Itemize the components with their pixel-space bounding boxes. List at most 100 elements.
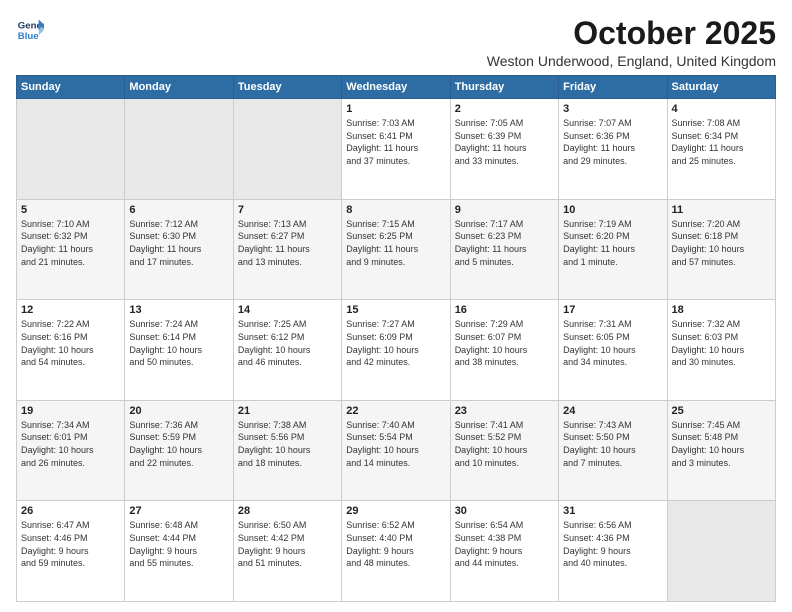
day-number: 23 xyxy=(455,405,554,417)
day-info: Sunrise: 7:41 AM Sunset: 5:52 PM Dayligh… xyxy=(455,419,554,469)
day-info: Sunrise: 6:47 AM Sunset: 4:46 PM Dayligh… xyxy=(21,519,120,569)
title-section: October 2025 Weston Underwood, England, … xyxy=(487,16,776,69)
day-number: 25 xyxy=(672,405,771,417)
day-number: 24 xyxy=(563,405,662,417)
day-info: Sunrise: 7:17 AM Sunset: 6:23 PM Dayligh… xyxy=(455,218,554,268)
day-info: Sunrise: 7:36 AM Sunset: 5:59 PM Dayligh… xyxy=(129,419,228,469)
calendar-cell: 2 Sunrise: 7:05 AM Sunset: 6:39 PM Daylig… xyxy=(450,99,558,200)
calendar-cell: 30 Sunrise: 6:54 AM Sunset: 4:38 PM Dayli… xyxy=(450,501,558,602)
calendar-cell: 14Sunrise: 7:25 AM Sunset: 6:12 PM Dayli… xyxy=(233,300,341,401)
day-number: 12 xyxy=(21,304,120,316)
header-friday: Friday xyxy=(559,76,667,99)
day-info: Sunrise: 7:20 AM Sunset: 6:18 PM Dayligh… xyxy=(672,218,771,268)
day-number: 1 xyxy=(346,103,445,115)
day-info: Sunrise: 7:45 AM Sunset: 5:48 PM Dayligh… xyxy=(672,419,771,469)
day-info: Sunrise: 7:27 AM Sunset: 6:09 PM Dayligh… xyxy=(346,318,445,368)
calendar-cell: 22Sunrise: 7:40 AM Sunset: 5:54 PM Dayli… xyxy=(342,400,450,501)
day-info: Sunrise: 6:52 AM Sunset: 4:40 PM Dayligh… xyxy=(346,519,445,569)
day-number: 4 xyxy=(672,103,771,115)
calendar-cell xyxy=(233,99,341,200)
day-number: 2 xyxy=(455,103,554,115)
calendar-cell: 24 Sunrise: 7:43 AM Sunset: 5:50 PM Dayli… xyxy=(559,400,667,501)
day-info: Sunrise: 7:08 AM Sunset: 6:34 PM Dayligh… xyxy=(672,117,771,167)
day-number: 17 xyxy=(563,304,662,316)
week-row-4: 19Sunrise: 7:34 AM Sunset: 6:01 PM Dayli… xyxy=(17,400,776,501)
week-row-1: 1 Sunrise: 7:03 AM Sunset: 6:41 PM Daylig… xyxy=(17,99,776,200)
logo: General Blue xyxy=(16,16,44,44)
calendar-cell: 13Sunrise: 7:24 AM Sunset: 6:14 PM Dayli… xyxy=(125,300,233,401)
day-number: 5 xyxy=(21,204,120,216)
calendar-cell: 9Sunrise: 7:17 AM Sunset: 6:23 PM Daylig… xyxy=(450,199,558,300)
week-row-5: 26 Sunrise: 6:47 AM Sunset: 4:46 PM Dayli… xyxy=(17,501,776,602)
calendar-cell xyxy=(17,99,125,200)
calendar-cell: 1 Sunrise: 7:03 AM Sunset: 6:41 PM Daylig… xyxy=(342,99,450,200)
day-number: 27 xyxy=(129,505,228,517)
day-number: 15 xyxy=(346,304,445,316)
header-sunday: Sunday xyxy=(17,76,125,99)
calendar-cell: 21 Sunrise: 7:38 AM Sunset: 5:56 PM Dayli… xyxy=(233,400,341,501)
calendar-cell: 16 Sunrise: 7:29 AM Sunset: 6:07 PM Dayli… xyxy=(450,300,558,401)
svg-text:Blue: Blue xyxy=(18,31,39,42)
calendar-cell: 17 Sunrise: 7:31 AM Sunset: 6:05 PM Dayli… xyxy=(559,300,667,401)
week-row-2: 5 Sunrise: 7:10 AM Sunset: 6:32 PM Daylig… xyxy=(17,199,776,300)
day-info: Sunrise: 6:56 AM Sunset: 4:36 PM Dayligh… xyxy=(563,519,662,569)
day-info: Sunrise: 7:05 AM Sunset: 6:39 PM Dayligh… xyxy=(455,117,554,167)
day-info: Sunrise: 7:15 AM Sunset: 6:25 PM Dayligh… xyxy=(346,218,445,268)
header: General Blue October 2025 Weston Underwo… xyxy=(16,16,776,69)
header-tuesday: Tuesday xyxy=(233,76,341,99)
day-info: Sunrise: 7:31 AM Sunset: 6:05 PM Dayligh… xyxy=(563,318,662,368)
calendar-cell: 31 Sunrise: 6:56 AM Sunset: 4:36 PM Dayli… xyxy=(559,501,667,602)
day-info: Sunrise: 7:03 AM Sunset: 6:41 PM Dayligh… xyxy=(346,117,445,167)
day-number: 19 xyxy=(21,405,120,417)
header-thursday: Thursday xyxy=(450,76,558,99)
calendar-cell: 23 Sunrise: 7:41 AM Sunset: 5:52 PM Dayli… xyxy=(450,400,558,501)
calendar-cell: 12 Sunrise: 7:22 AM Sunset: 6:16 PM Dayli… xyxy=(17,300,125,401)
day-number: 11 xyxy=(672,204,771,216)
day-number: 6 xyxy=(129,204,228,216)
calendar-cell: 20 Sunrise: 7:36 AM Sunset: 5:59 PM Dayli… xyxy=(125,400,233,501)
calendar-cell: 4 Sunrise: 7:08 AM Sunset: 6:34 PM Daylig… xyxy=(667,99,775,200)
day-number: 7 xyxy=(238,204,337,216)
day-number: 13 xyxy=(129,304,228,316)
day-number: 28 xyxy=(238,505,337,517)
day-number: 26 xyxy=(21,505,120,517)
day-info: Sunrise: 7:22 AM Sunset: 6:16 PM Dayligh… xyxy=(21,318,120,368)
header-wednesday: Wednesday xyxy=(342,76,450,99)
day-info: Sunrise: 7:07 AM Sunset: 6:36 PM Dayligh… xyxy=(563,117,662,167)
day-number: 3 xyxy=(563,103,662,115)
header-monday: Monday xyxy=(125,76,233,99)
day-info: Sunrise: 6:54 AM Sunset: 4:38 PM Dayligh… xyxy=(455,519,554,569)
day-info: Sunrise: 7:10 AM Sunset: 6:32 PM Dayligh… xyxy=(21,218,120,268)
day-info: Sunrise: 7:13 AM Sunset: 6:27 PM Dayligh… xyxy=(238,218,337,268)
location: Weston Underwood, England, United Kingdo… xyxy=(487,53,776,69)
day-info: Sunrise: 7:43 AM Sunset: 5:50 PM Dayligh… xyxy=(563,419,662,469)
day-number: 8 xyxy=(346,204,445,216)
day-number: 18 xyxy=(672,304,771,316)
day-info: Sunrise: 7:29 AM Sunset: 6:07 PM Dayligh… xyxy=(455,318,554,368)
page: General Blue October 2025 Weston Underwo… xyxy=(0,0,792,612)
calendar-cell: 6Sunrise: 7:12 AM Sunset: 6:30 PM Daylig… xyxy=(125,199,233,300)
day-info: Sunrise: 6:50 AM Sunset: 4:42 PM Dayligh… xyxy=(238,519,337,569)
day-number: 31 xyxy=(563,505,662,517)
day-headers-row: Sunday Monday Tuesday Wednesday Thursday… xyxy=(17,76,776,99)
day-number: 14 xyxy=(238,304,337,316)
calendar-cell: 5 Sunrise: 7:10 AM Sunset: 6:32 PM Daylig… xyxy=(17,199,125,300)
calendar-cell xyxy=(667,501,775,602)
calendar-cell xyxy=(125,99,233,200)
logo-icon: General Blue xyxy=(16,16,44,44)
calendar-cell: 19Sunrise: 7:34 AM Sunset: 6:01 PM Dayli… xyxy=(17,400,125,501)
calendar-cell: 26 Sunrise: 6:47 AM Sunset: 4:46 PM Dayli… xyxy=(17,501,125,602)
day-info: Sunrise: 7:40 AM Sunset: 5:54 PM Dayligh… xyxy=(346,419,445,469)
day-number: 10 xyxy=(563,204,662,216)
calendar-cell: 11 Sunrise: 7:20 AM Sunset: 6:18 PM Dayli… xyxy=(667,199,775,300)
day-number: 20 xyxy=(129,405,228,417)
week-row-3: 12 Sunrise: 7:22 AM Sunset: 6:16 PM Dayli… xyxy=(17,300,776,401)
calendar-cell: 28 Sunrise: 6:50 AM Sunset: 4:42 PM Dayli… xyxy=(233,501,341,602)
day-info: Sunrise: 7:38 AM Sunset: 5:56 PM Dayligh… xyxy=(238,419,337,469)
day-info: Sunrise: 7:32 AM Sunset: 6:03 PM Dayligh… xyxy=(672,318,771,368)
day-number: 30 xyxy=(455,505,554,517)
calendar-cell: 3 Sunrise: 7:07 AM Sunset: 6:36 PM Daylig… xyxy=(559,99,667,200)
day-number: 21 xyxy=(238,405,337,417)
day-number: 16 xyxy=(455,304,554,316)
calendar-cell: 10Sunrise: 7:19 AM Sunset: 6:20 PM Dayli… xyxy=(559,199,667,300)
